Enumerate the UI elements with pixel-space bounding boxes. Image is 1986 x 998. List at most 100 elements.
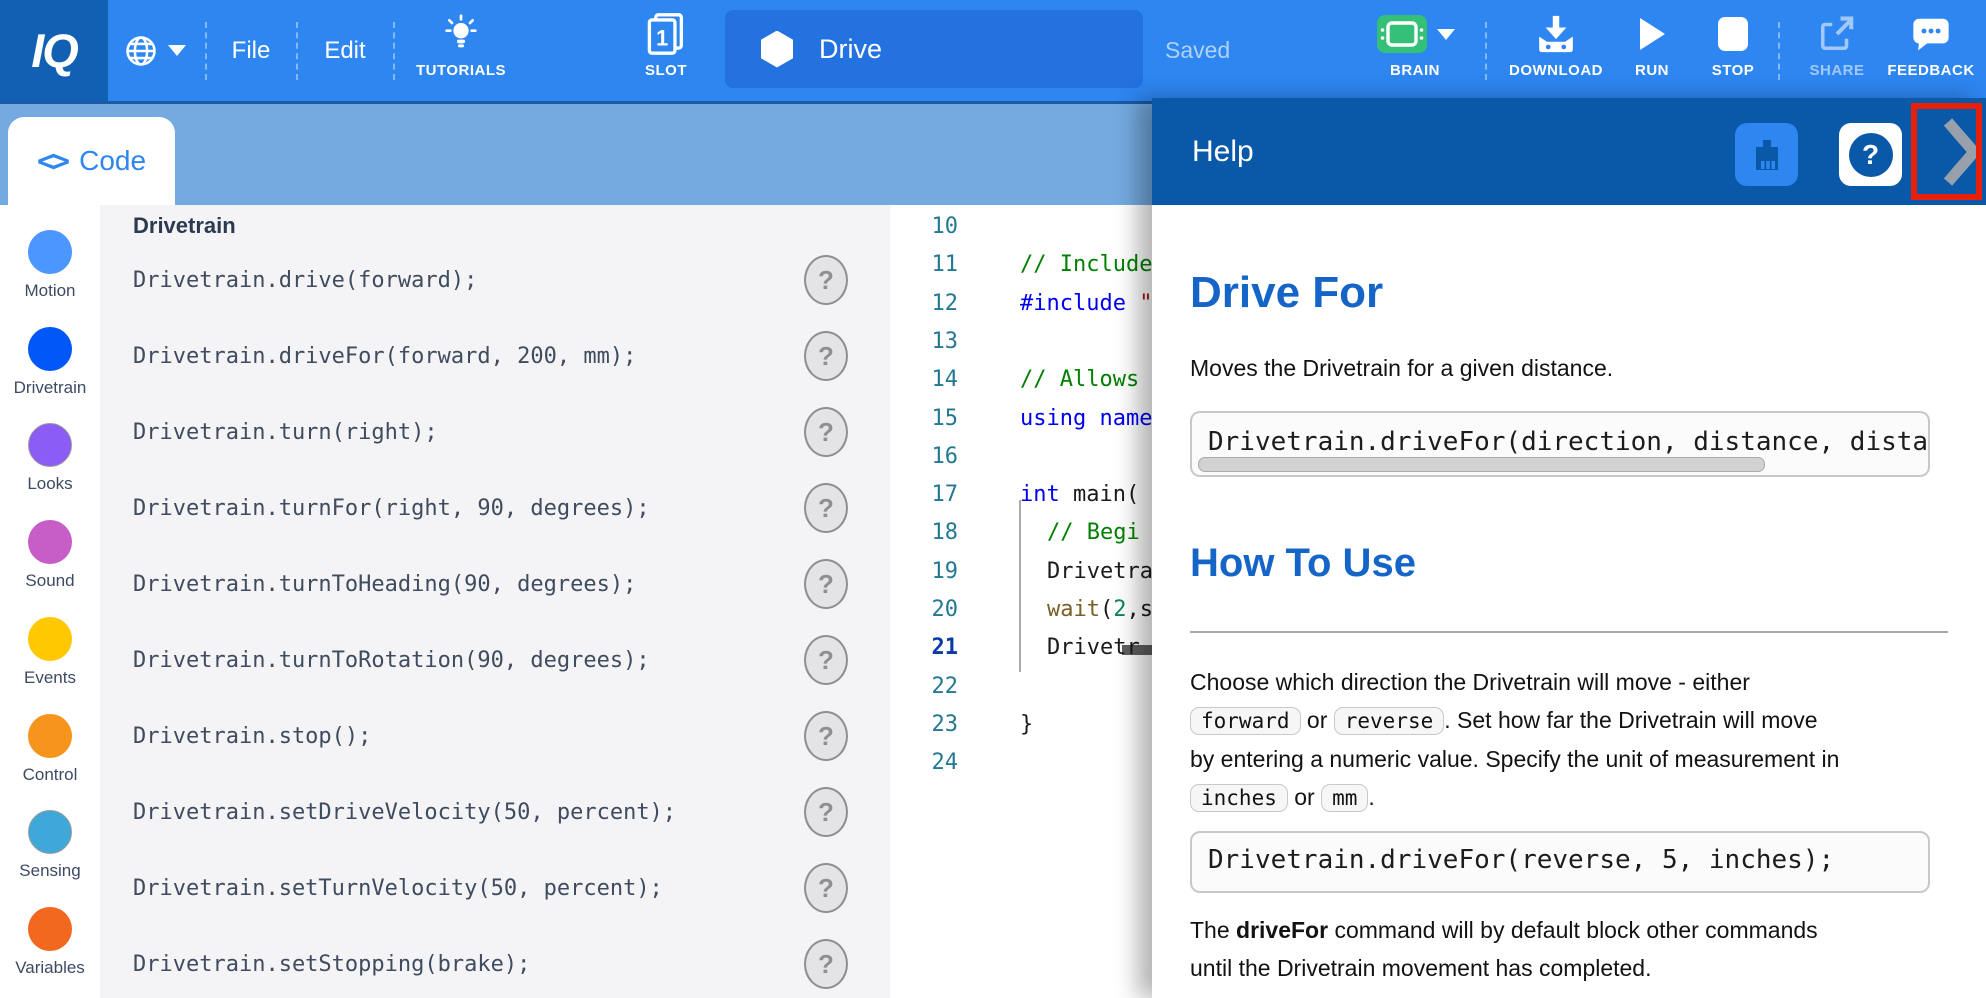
help-intro: Moves the Drivetrain for a given distanc… [1190, 349, 1840, 387]
code-box-scrollbar[interactable] [1198, 457, 1765, 472]
editor-line[interactable]: 11// Include [890, 245, 1152, 284]
editor-line[interactable]: 15using name [890, 399, 1152, 438]
category-label: Drivetrain [0, 378, 100, 398]
editor-line[interactable]: 18// Begi [890, 513, 1152, 552]
command-text[interactable]: Drivetrain.turnToRotation(90, degrees); [133, 648, 650, 673]
sidebar-category-events[interactable]: Events [0, 617, 100, 688]
file-menu[interactable]: File [207, 0, 295, 101]
line-code: Drivetra [1047, 559, 1152, 584]
command-row[interactable]: Drivetrain.turn(right);? [100, 394, 890, 470]
editor-line[interactable]: 20wait(2,s [890, 590, 1152, 629]
command-text[interactable]: Drivetrain.setTurnVelocity(50, percent); [133, 876, 663, 901]
command-text[interactable]: Drivetrain.driveFor(forward, 200, mm); [133, 344, 636, 369]
command-text[interactable]: Drivetrain.drive(forward); [133, 268, 477, 293]
editor-line[interactable]: 22 [890, 667, 1152, 706]
save-status: Saved [1165, 0, 1230, 101]
command-help-button[interactable]: ? [804, 711, 848, 761]
run-label: RUN [1635, 62, 1669, 79]
editor-line[interactable]: 19Drivetra [890, 552, 1152, 591]
edit-menu-label[interactable]: Edit [318, 36, 371, 66]
category-color-dot[interactable] [28, 520, 72, 564]
help-brain-button[interactable] [1735, 123, 1798, 186]
command-row[interactable]: Drivetrain.driveFor(forward, 200, mm);? [100, 318, 890, 394]
feedback-button[interactable]: FEEDBACK [1882, 0, 1980, 101]
sidebar-category-sound[interactable]: Sound [0, 520, 100, 591]
help-collapse-button[interactable] [1933, 110, 1986, 194]
command-row[interactable]: Drivetrain.turnToHeading(90, degrees);? [100, 546, 890, 622]
slot-button[interactable]: 1 SLOT [630, 0, 702, 101]
category-color-dot[interactable] [28, 327, 72, 371]
stop-label: STOP [1712, 62, 1755, 79]
command-help-button[interactable]: ? [804, 939, 848, 989]
line-number: 21 [890, 635, 970, 660]
tutorials-button[interactable]: TUTORIALS [400, 0, 522, 101]
project-name-button[interactable]: Drive [725, 10, 1143, 88]
sidebar-category-control[interactable]: Control [0, 714, 100, 785]
sidebar-category-motion[interactable]: Motion [0, 230, 100, 301]
editor-line[interactable]: 12#include " [890, 284, 1152, 323]
category-color-dot[interactable] [28, 617, 72, 661]
stop-button[interactable]: STOP [1698, 0, 1768, 101]
command-help-button[interactable]: ? [804, 787, 848, 837]
command-help-button[interactable]: ? [804, 483, 848, 533]
help-question-button[interactable]: ? [1839, 123, 1902, 186]
command-text[interactable]: Drivetrain.turnFor(right, 90, degrees); [133, 496, 650, 521]
command-text[interactable]: Drivetrain.setDriveVelocity(50, percent)… [133, 800, 676, 825]
how-to-use-heading: How To Use [1190, 539, 1950, 587]
sidebar-category-sensing[interactable]: Sensing [0, 810, 100, 881]
brain-button[interactable]: BRAIN [1369, 0, 1461, 101]
editor-line[interactable]: 24 [890, 743, 1152, 782]
category-color-dot[interactable] [28, 714, 72, 758]
command-help-button[interactable]: ? [804, 635, 848, 685]
sidebar-category-drivetrain[interactable]: Drivetrain [0, 327, 100, 398]
category-label: Events [0, 668, 100, 688]
tab-code[interactable]: <> Code [8, 117, 175, 205]
signature-code-box: Drivetrain.driveFor(direction, distance,… [1190, 411, 1930, 477]
category-label: Variables [0, 958, 100, 978]
command-help-button[interactable]: ? [804, 559, 848, 609]
command-help-button[interactable]: ? [804, 863, 848, 913]
command-help-button[interactable]: ? [804, 331, 848, 381]
code-editor[interactable]: 1011// Include12#include "1314// Allows1… [890, 205, 1152, 998]
editor-line[interactable]: 21Drivetr [890, 628, 1152, 667]
category-label: Sound [0, 571, 100, 591]
editor-line[interactable]: 17int main( [890, 475, 1152, 514]
inline-code-pill: reverse [1334, 707, 1445, 735]
category-color-dot[interactable] [28, 423, 72, 467]
command-text[interactable]: Drivetrain.setStopping(brake); [133, 952, 530, 977]
command-row[interactable]: Drivetrain.stop();? [100, 698, 890, 774]
download-button[interactable]: DOWNLOAD [1500, 0, 1612, 101]
command-row[interactable]: Drivetrain.turnToRotation(90, degrees);? [100, 622, 890, 698]
share-button[interactable]: SHARE [1800, 0, 1874, 101]
command-row[interactable]: Drivetrain.turnFor(right, 90, degrees);? [100, 470, 890, 546]
command-row[interactable]: Drivetrain.setStopping(brake);? [100, 926, 890, 998]
file-menu-label[interactable]: File [226, 36, 277, 66]
top-toolbar: IQ File Edit [0, 0, 1986, 104]
command-text[interactable]: Drivetrain.turnToHeading(90, degrees); [133, 572, 636, 597]
line-code: int main( [1020, 482, 1139, 507]
command-help-button[interactable]: ? [804, 255, 848, 305]
sidebar-category-looks[interactable]: Looks [0, 423, 100, 494]
editor-line[interactable]: 14// Allows [890, 360, 1152, 399]
command-help-button[interactable]: ? [804, 407, 848, 457]
language-menu[interactable] [112, 0, 198, 101]
vexcode-iq-window: IQ File Edit [0, 0, 1986, 998]
editor-line[interactable]: 10 [890, 207, 1152, 246]
command-row[interactable]: Drivetrain.setTurnVelocity(50, percent);… [100, 850, 890, 926]
command-row[interactable]: Drivetrain.drive(forward);? [100, 242, 890, 318]
run-button[interactable]: RUN [1620, 0, 1684, 101]
line-number: 10 [890, 214, 970, 239]
command-text[interactable]: Drivetrain.stop(); [133, 724, 371, 749]
category-color-dot[interactable] [28, 230, 72, 274]
command-text[interactable]: Drivetrain.turn(right); [133, 420, 438, 445]
editor-line[interactable]: 16 [890, 437, 1152, 476]
command-row[interactable]: Drivetrain.setDriveVelocity(50, percent)… [100, 774, 890, 850]
iq-logo: IQ [0, 0, 108, 101]
edit-menu[interactable]: Edit [298, 0, 392, 101]
editor-line[interactable]: 13 [890, 322, 1152, 361]
category-color-dot[interactable] [28, 907, 72, 951]
sidebar-category-variables[interactable]: Variables [0, 907, 100, 978]
category-color-dot[interactable] [28, 810, 72, 854]
editor-line[interactable]: 23} [890, 705, 1152, 744]
command-group-header: Drivetrain [133, 213, 236, 239]
